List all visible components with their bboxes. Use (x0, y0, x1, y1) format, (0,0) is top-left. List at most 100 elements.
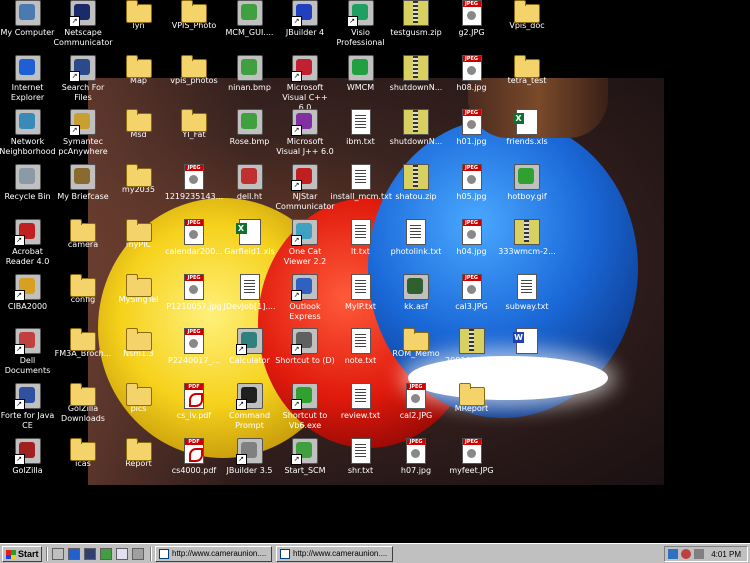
desktop-icon[interactable]: One Cat Viewer 2.2 (275, 218, 335, 267)
desktop-icon[interactable]: Outlook Express (275, 273, 335, 322)
desktop-icon[interactable]: pics (109, 382, 169, 414)
desktop-icon[interactable]: calendar200... (164, 218, 224, 257)
desktop-icon[interactable]: Calculator (220, 328, 280, 366)
desktop-icon[interactable]: h01.jpg (442, 109, 502, 147)
desktop-icon[interactable]: friends.xls (497, 109, 557, 147)
desktop-icon[interactable]: Msd (109, 109, 169, 140)
show-desktop-icon[interactable] (52, 548, 64, 560)
desktop-icon[interactable]: cal3.JPG (442, 273, 502, 312)
desktop-icon[interactable]: WMCM (331, 54, 391, 93)
outlook-express-icon[interactable] (116, 548, 128, 560)
desktop-icon[interactable]: cs_iv.pdf (164, 382, 224, 421)
internet-explorer-icon[interactable] (68, 548, 80, 560)
desktop-icon[interactable]: NJStar Communicator (275, 164, 335, 212)
desktop-icon[interactable]: photolink.txt (386, 218, 446, 257)
desktop-icon[interactable]: icas (53, 437, 113, 469)
desktop-icon[interactable]: my2035 (109, 164, 169, 195)
desktop-icon[interactable]: ROM_Memo (386, 328, 446, 359)
desktop-icon[interactable]: Internet Explorer (0, 54, 58, 103)
desktop-icon[interactable]: JBuilder 4 (275, 0, 335, 38)
desktop-icon[interactable]: 333wmcm-2... (497, 218, 557, 257)
desktop-icon[interactable]: shr.txt (331, 437, 391, 476)
desktop-icon[interactable]: Rose.bmp (220, 109, 280, 147)
quick-launch-app-icon[interactable] (100, 548, 112, 560)
desktop-icon[interactable]: ibm.txt (331, 109, 391, 147)
desktop-icon[interactable]: tetra_test (497, 54, 557, 86)
desktop-icon[interactable]: hotboy.gif (497, 164, 557, 202)
desktop-icon[interactable]: config (53, 273, 113, 305)
tray-user-icon[interactable] (681, 549, 691, 559)
desktop-icon[interactable]: Visio Professional (331, 0, 391, 48)
desktop-icon[interactable]: MyIP.txt (331, 273, 391, 312)
desktop-icon[interactable]: Search For Files (53, 54, 113, 103)
quick-launch-tool-icon[interactable] (132, 548, 144, 560)
desktop-icon[interactable]: MReport (442, 382, 502, 414)
desktop-icon[interactable]: JBuilder 3.5 (220, 437, 280, 476)
desktop-icon[interactable]: testgusm.zip (386, 0, 446, 38)
taskbar-task-browser-1[interactable]: http://www.cameraunion.... (155, 546, 272, 562)
desktop-icon[interactable]: h07.jpg (386, 437, 446, 476)
desktop-icon[interactable]: JDevJob[1].... (220, 273, 280, 312)
desktop-icon[interactable]: shutdownN... (386, 54, 446, 93)
desktop-icon[interactable]: Forte for Java CE (0, 382, 58, 431)
desktop-icon[interactable]: install_mcm.txt (331, 164, 392, 202)
desktop-icon[interactable]: Network Neighborhood (0, 109, 58, 157)
desktop-icon[interactable]: dell.ht (220, 164, 280, 202)
desktop-icon[interactable]: Start_SCM (275, 437, 335, 476)
desktop-icon[interactable]: review.txt (331, 382, 391, 421)
desktop-icon[interactable]: Command Prompt (220, 382, 280, 431)
desktop-icon[interactable]: Netscape Communicator (53, 0, 113, 48)
desktop-icon[interactable]: My Computer (0, 0, 58, 38)
desktop-icon[interactable]: note.txt (331, 328, 391, 366)
desktop-icon[interactable]: My Briefcase (53, 164, 113, 202)
desktop-icon[interactable]: subway.txt (497, 273, 557, 312)
desktop-icon[interactable]: 20020418V... (442, 328, 502, 366)
desktop-icon[interactable]: GolZilla (0, 437, 58, 476)
desktop-icon[interactable]: Microsoft Visual C++ 6.0 (275, 54, 335, 113)
desktop-icon[interactable]: Dell Documents (0, 328, 58, 376)
desktop-icon[interactable]: vpis_photos (164, 54, 224, 86)
desktop-icon[interactable]: Nsm1.3 (109, 328, 169, 359)
desktop-icon[interactable]: cs4000.pdf (164, 437, 224, 476)
desktop-icon[interactable]: CIBA2000 (0, 273, 58, 312)
desktop-icon[interactable]: Microsoft Visual J++ 6.0 (275, 109, 335, 157)
desktop-icon[interactable]: myPIC (109, 218, 169, 250)
tray-network-icon[interactable] (668, 549, 678, 559)
tray-volume-icon[interactable] (694, 549, 704, 559)
desktop-icon[interactable]: Report (109, 437, 169, 469)
clock[interactable]: 4:01 PM (711, 548, 741, 562)
desktop-icon[interactable]: myfeet.JPG (442, 437, 502, 476)
desktop-icon[interactable]: shatou.zip (386, 164, 446, 202)
desktop-icon[interactable]: lyn (109, 0, 169, 31)
desktop-icon[interactable]: ninan.bmp (220, 54, 280, 93)
desktop-icon[interactable]: h05.jpg (442, 164, 502, 202)
start-button[interactable]: Start (2, 546, 42, 562)
desktop-icon[interactable]: cal2.JPG (386, 382, 446, 421)
desktop-icon[interactable]: Recycle Bin (0, 164, 58, 202)
desktop-icon[interactable]: camera (53, 218, 113, 250)
desktop-icon[interactable]: MCM_GUI.... (220, 0, 280, 38)
desktop-icon[interactable]: Shortcut to (D) (275, 328, 335, 366)
desktop-icon[interactable]: shutdownN... (386, 109, 446, 147)
taskbar-task-browser-2[interactable]: http://www.cameraunion.... (276, 546, 393, 562)
desktop-icon[interactable]: Garfield1.xls (220, 218, 280, 257)
desktop-icon[interactable]: lt.txt (331, 218, 391, 257)
desktop-icon[interactable]: Shortcut to Vb6.exe (275, 382, 335, 431)
desktop-icon[interactable]: P1210057.jpg (164, 273, 224, 312)
desktop-icon[interactable]: Vpis_doc (497, 0, 557, 31)
desktop-icon[interactable]: FM3A_Broch... (53, 328, 113, 359)
desktop-icon[interactable]: Acrobat Reader 4.0 (0, 218, 58, 267)
netscape-icon[interactable] (84, 548, 96, 560)
desktop-icon[interactable]: GolZilla Downloads (53, 382, 113, 424)
desktop-icon[interactable]: Action List.doc (497, 328, 557, 366)
desktop-icon[interactable]: kk.asf (386, 273, 446, 312)
desktop-icon[interactable]: VPIS_Photo (164, 0, 224, 31)
desktop-icon[interactable]: h04.jpg (442, 218, 502, 257)
desktop-icon[interactable]: MySingTel (109, 273, 169, 305)
desktop-icon[interactable]: P2240017_... (164, 328, 224, 366)
desktop-icon[interactable]: YI_Fat (164, 109, 224, 140)
desktop-icon[interactable]: h08.jpg (442, 54, 502, 93)
desktop-icon[interactable]: Map (109, 54, 169, 86)
desktop-icon[interactable]: Symantec pcAnywhere (53, 109, 113, 157)
desktop-icon[interactable]: 1219235143... (164, 164, 224, 202)
